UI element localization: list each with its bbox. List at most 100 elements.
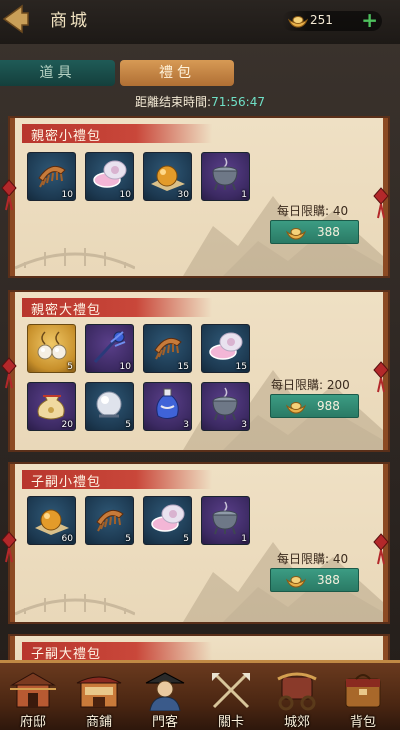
- pack-item[interactable]: 30: [143, 152, 192, 201]
- pack-price: 988: [317, 399, 340, 413]
- daily-limit: 每日限購: 200: [271, 378, 350, 392]
- pack-price: 388: [317, 573, 340, 587]
- retainer-icon: [145, 672, 185, 711]
- nav-label: 府邸: [19, 715, 46, 730]
- powder-box-icon: [93, 160, 127, 188]
- bottom-navigation: 府邸 商鋪 門客 關卡 城郊 背包: [0, 660, 400, 730]
- currency-amount: 251: [310, 13, 333, 27]
- pack-item[interactable]: 5: [85, 382, 134, 431]
- pack-item[interactable]: 1: [201, 152, 250, 201]
- pack-title: 親密大禮包: [31, 303, 102, 318]
- pack-item[interactable]: 10: [85, 324, 134, 373]
- golden-orb-icon: [35, 509, 69, 535]
- pearl-icon: [96, 391, 122, 418]
- item-quantity: 1: [241, 190, 247, 200]
- pack-item[interactable]: 10: [85, 152, 134, 201]
- pack-item[interactable]: 5: [27, 324, 76, 373]
- buy-button[interactable]: 988: [270, 394, 359, 418]
- nav-item-retainers[interactable]: 門客: [134, 667, 196, 730]
- daily-limit: 每日限購: 40: [277, 552, 349, 566]
- vase-icon: [156, 388, 179, 419]
- item-quantity: 5: [183, 534, 189, 544]
- incense-burner-icon: [212, 501, 238, 535]
- hairpin-icon: [93, 331, 126, 364]
- knot-decoration: [373, 187, 389, 219]
- backpack-icon: [345, 674, 381, 708]
- pack-item[interactable]: 15: [201, 324, 250, 373]
- powder-box-icon: [209, 332, 243, 360]
- item-quantity: 20: [61, 420, 73, 430]
- item-quantity: 10: [119, 362, 131, 372]
- buy-button[interactable]: 388: [270, 220, 359, 244]
- gold-ingot-icon: [286, 402, 306, 414]
- item-quantity: 15: [235, 362, 247, 372]
- comb-icon: [96, 509, 124, 532]
- pack-title-ribbon: 子嗣大禮包: [22, 642, 212, 662]
- pouch-icon: [37, 395, 65, 420]
- pack-item[interactable]: 5: [143, 496, 192, 545]
- pack-item[interactable]: 20: [27, 382, 76, 431]
- buy-button[interactable]: 388: [270, 568, 359, 592]
- nav-label: 門客: [151, 715, 178, 730]
- powder-box-icon: [151, 504, 185, 532]
- item-quantity: 60: [61, 534, 73, 544]
- item-quantity: 10: [119, 190, 131, 200]
- item-quantity: 1: [241, 534, 247, 544]
- pack-item[interactable]: 3: [201, 382, 250, 431]
- nav-label: 關卡: [217, 715, 244, 730]
- pack-title: 子嗣小禮包: [31, 475, 102, 490]
- countdown-label: 距離结束時間:: [135, 95, 212, 109]
- item-quantity: 5: [125, 534, 131, 544]
- knot-decoration: [1, 179, 17, 211]
- item-quantity: 5: [67, 362, 73, 372]
- pack-item[interactable]: 3: [143, 382, 192, 431]
- back-arrow-icon: [2, 4, 29, 34]
- gold-ingot-icon: [286, 228, 306, 240]
- comb-icon: [38, 165, 66, 188]
- bridge-decoration: [15, 594, 135, 616]
- pack-title-ribbon: 親密大禮包: [22, 298, 212, 318]
- item-quantity: 15: [177, 362, 189, 372]
- battle-icon: [212, 673, 250, 709]
- knot-decoration: [373, 533, 389, 565]
- nav-label: 商鋪: [85, 715, 112, 730]
- pack-item[interactable]: 10: [27, 152, 76, 201]
- item-quantity: 10: [61, 190, 73, 200]
- nav-item-backpack[interactable]: 背包: [332, 667, 394, 730]
- currency-display: 251 +: [282, 8, 382, 32]
- nav-item-suburbs[interactable]: 城郊: [266, 667, 328, 730]
- back-button[interactable]: [0, 3, 30, 35]
- pack-item[interactable]: 5: [85, 496, 134, 545]
- shop-icon: [76, 676, 122, 708]
- knot-decoration: [1, 357, 17, 389]
- item-quantity: 5: [125, 420, 131, 430]
- gold-ingot-icon: [288, 16, 308, 28]
- incense-burner-icon: [212, 387, 238, 421]
- item-quantity: 3: [241, 420, 247, 430]
- pack-title-ribbon: 子嗣小禮包: [22, 470, 212, 490]
- pack-title-ribbon: 親密小禮包: [22, 124, 212, 144]
- mansion-icon: [10, 672, 56, 708]
- daily-limit: 每日限購: 40: [277, 204, 349, 218]
- pearl-earrings-icon: [37, 331, 67, 360]
- pack-item[interactable]: 15: [143, 324, 192, 373]
- knot-decoration: [1, 531, 17, 563]
- shop-screen: 商城 251 + 道具 禮包 距離结束時間:71:56:47 親密小禮包 10 …: [0, 0, 400, 730]
- nav-item-battle[interactable]: 關卡: [200, 667, 262, 730]
- countdown-timer: 距離结束時間:71:56:47: [0, 93, 400, 110]
- item-quantity: 3: [183, 420, 189, 430]
- pack-title: 親密小禮包: [31, 129, 102, 144]
- nav-item-mansion[interactable]: 府邸: [2, 667, 64, 730]
- pack-item[interactable]: 1: [201, 496, 250, 545]
- add-currency-button[interactable]: +: [361, 8, 378, 32]
- golden-orb-icon: [151, 165, 185, 191]
- tab-items[interactable]: 道具: [0, 60, 115, 86]
- page-title: 商城: [50, 11, 90, 31]
- gift-pack-card: 子嗣小禮包 60 5 5 1 每日限購: 40 388: [10, 464, 388, 622]
- nav-item-shop[interactable]: 商鋪: [68, 667, 130, 730]
- gift-pack-card: 親密大禮包 5 10 15 15 20 5 3 3 每日限購: 200 988: [10, 292, 388, 450]
- pack-item[interactable]: 60: [27, 496, 76, 545]
- nav-label: 背包: [349, 715, 376, 730]
- gold-ingot-icon: [286, 576, 306, 588]
- tab-gift-packs[interactable]: 禮包: [120, 60, 234, 86]
